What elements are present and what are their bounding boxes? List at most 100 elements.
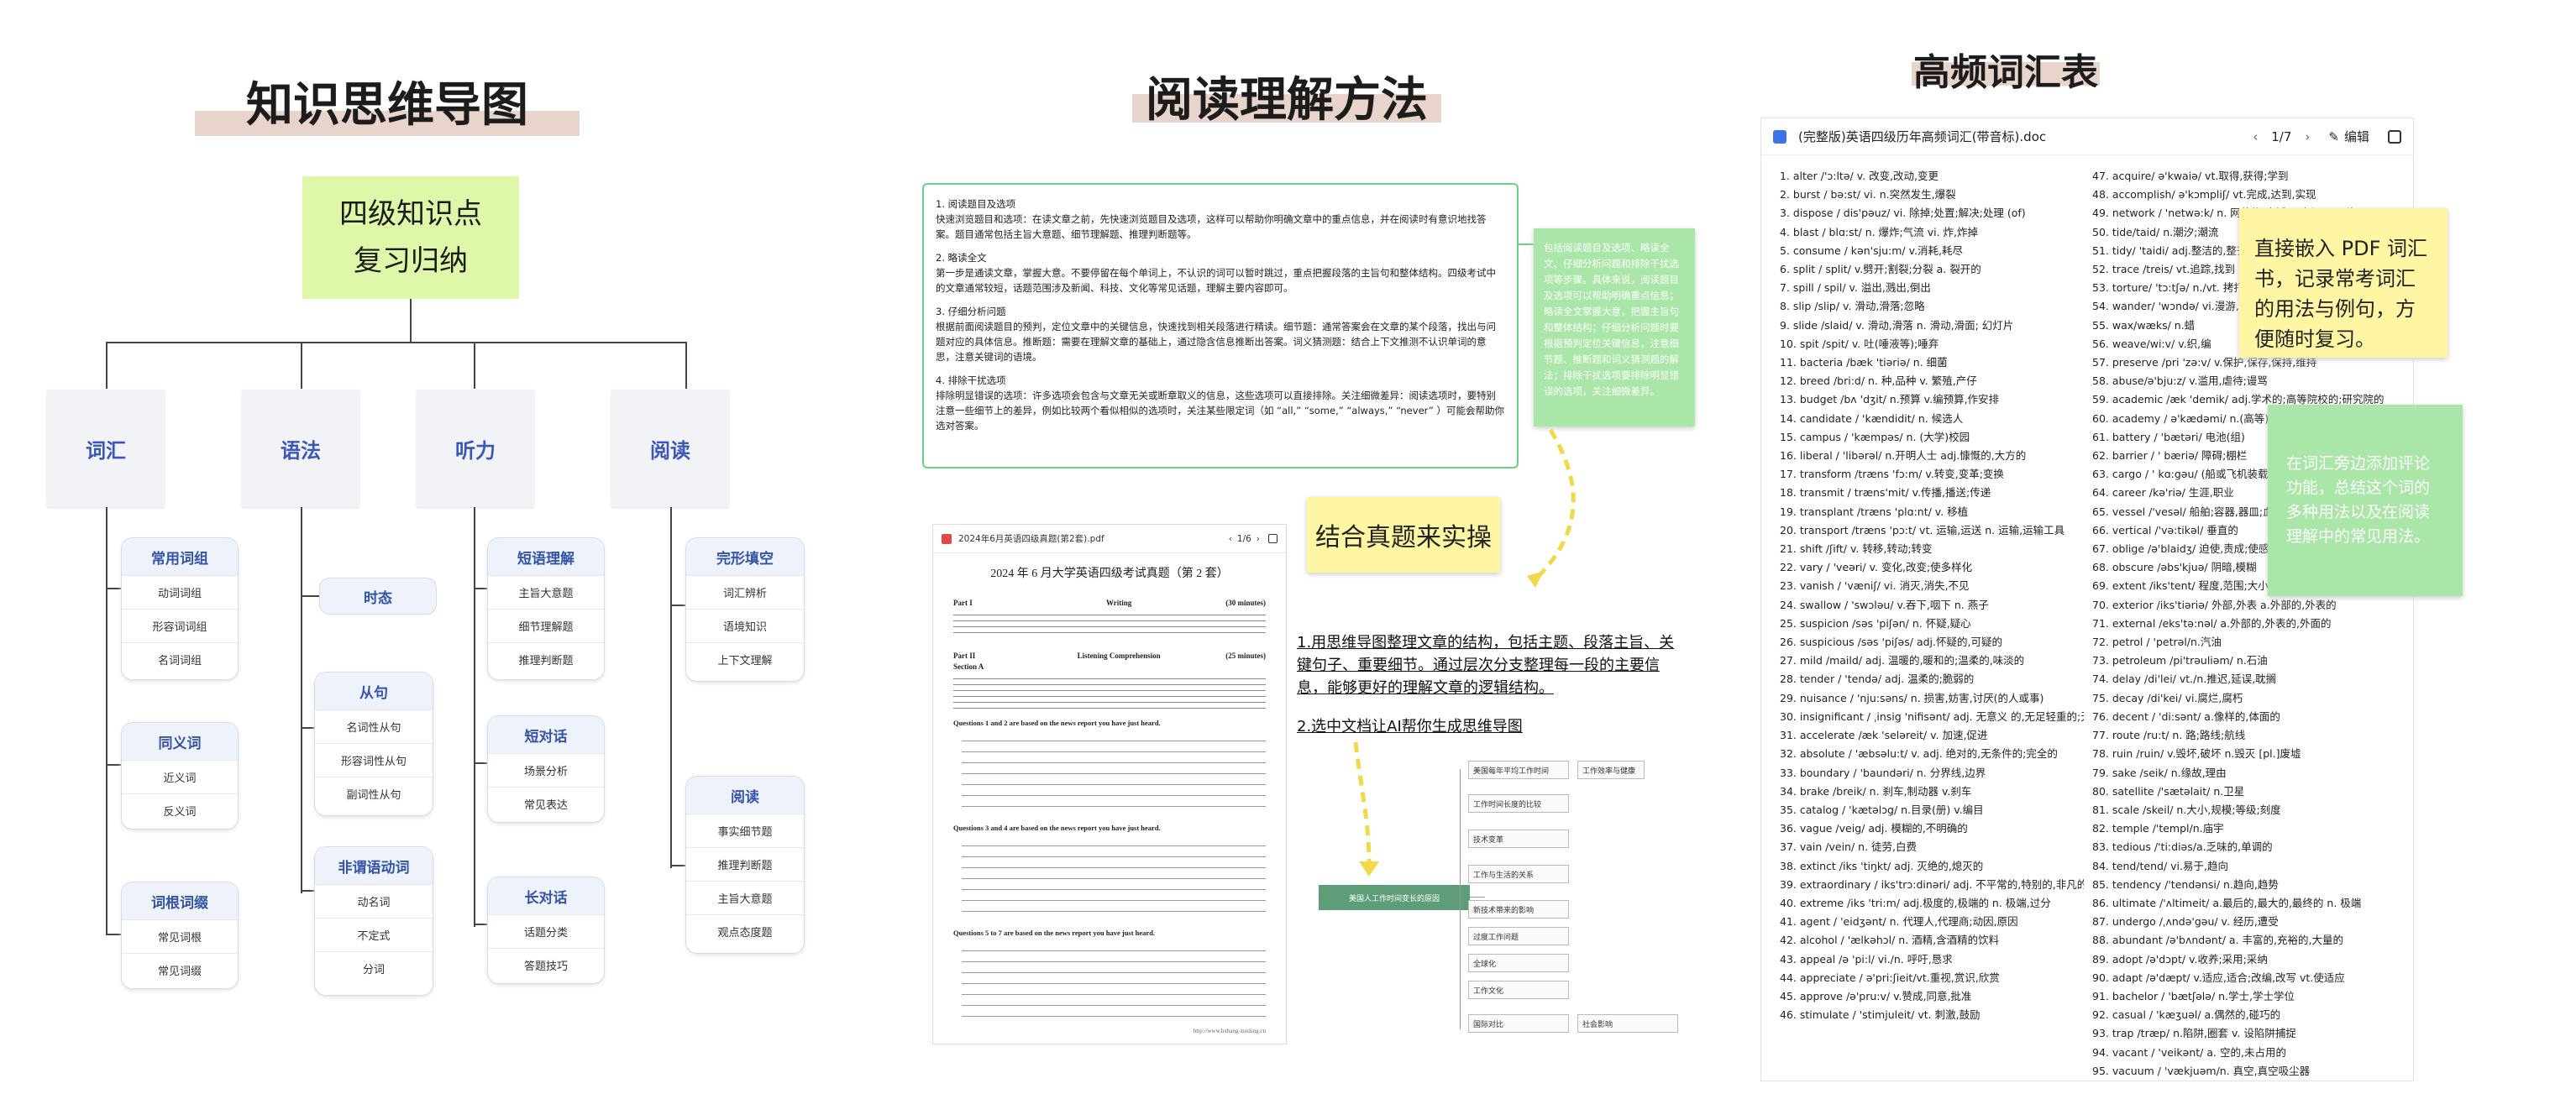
group-reading[interactable]: 阅读 事实细节题 推理判断题 主旨大意题 观点态度题 <box>685 776 805 954</box>
vocab-entry[interactable]: 32. absolute / 'æbsəlu:t/ v. adj. 绝对的,无条… <box>1780 745 2084 763</box>
vocab-entry[interactable]: 3. dispose / dis'pəuz/ vi. 除掉;处置;解决;处理 (… <box>1780 204 2084 222</box>
vocab-entry[interactable]: 5. consume / kən'sju:m/ v.消耗,耗尽 <box>1780 242 2084 260</box>
vocab-entry[interactable]: 46. stimulate / 'stimjuleit/ vt. 刺激,鼓励 <box>1780 1006 2084 1024</box>
ai-node[interactable]: 工作时间长度的比较 <box>1468 794 1569 813</box>
vocab-entry[interactable]: 18. transmit / træns'mit/ v.传播,播送;传递 <box>1780 484 2084 502</box>
embedded-pdf-viewer[interactable]: 2024年6月英语四级真题(第2套).pdf ‹ 1/6 › 2024 年 6 … <box>932 524 1287 1044</box>
group-item[interactable]: 推理判断题 <box>686 847 804 881</box>
vocab-entry[interactable]: 74. delay /di'lei/ vt./n.推迟,延误,耽搁 <box>2092 670 2395 688</box>
group-roots-affixes[interactable]: 词根词缀 常见词根 常见词缀 <box>121 882 239 989</box>
pdf-next-icon[interactable]: › <box>1257 534 1260 544</box>
ai-node[interactable]: 工作效率与健康 <box>1577 761 1645 779</box>
group-item[interactable]: 近义词 <box>122 760 238 793</box>
vocab-entry[interactable]: 15. campus / 'kæmpəs/ n. (大学)校园 <box>1780 428 2084 447</box>
vocab-entry[interactable]: 81. scale /skeil/ n.大小,规模;等级;刻度 <box>2092 801 2395 819</box>
group-item[interactable]: 推理判断题 <box>488 642 604 676</box>
edit-button[interactable]: 编辑 <box>2344 128 2369 145</box>
group-item[interactable]: 名词词组 <box>122 642 238 676</box>
embed-pdf-note[interactable]: 直接嵌入 PDF 词汇书，记录常考词汇的用法与例句，方便随时复习。 <box>2239 208 2447 358</box>
pdf-prev-icon[interactable]: ‹ <box>1229 534 1232 544</box>
vocab-entry[interactable]: 34. brake /breik/ n. 刹车,制动器 v.刹车 <box>1780 783 2084 801</box>
vocab-entry[interactable]: 8. slip /slip/ v. 滑动,滑落;忽略 <box>1780 297 2084 316</box>
pencil-icon[interactable]: ✎ <box>2328 129 2339 144</box>
ai-node[interactable]: 过度工作问题 <box>1468 927 1569 945</box>
category-listening[interactable]: 听力 <box>417 390 534 507</box>
vocab-entry[interactable]: 58. abuse/ə'bju:z/ v.滥用,虐待;谩骂 <box>2092 372 2395 390</box>
group-item[interactable]: 副词性从句 <box>315 777 433 810</box>
vocab-entry[interactable]: 90. adapt /ə'dæpt/ v.适应,适合;改编,改写 vt.使适应 <box>2092 969 2395 987</box>
group-short-dialogue[interactable]: 短对话 场景分析 常见表达 <box>487 715 605 823</box>
vocab-entry[interactable]: 77. route /ru:t/ n. 路;路线;航线 <box>2092 726 2395 745</box>
vocab-entry[interactable]: 24. swallow / 'swɔləu/ v.吞下,咽下 n. 燕子 <box>1780 596 2084 615</box>
group-item[interactable]: 反义词 <box>122 793 238 827</box>
vocab-entry[interactable]: 29. nuisance / 'nju:səns/ n. 损害,妨害,讨厌(的人… <box>1780 689 2084 708</box>
pdf-expand-icon[interactable] <box>1268 534 1278 543</box>
vocab-entry[interactable]: 6. split / split/ v.劈开;割裂;分裂 a. 裂开的 <box>1780 260 2084 279</box>
vocab-entry[interactable]: 20. transport /træns 'pɔ:t/ vt. 运输,运送 n.… <box>1780 521 2084 540</box>
vocab-entry[interactable]: 44. appreciate / ə'pri:ʃieit/vt.重视,赏识,欣赏 <box>1780 969 2084 987</box>
group-item[interactable]: 动名词 <box>315 884 433 918</box>
vocab-entry[interactable]: 78. ruin /ruin/ v.毁坏,破坏 n.毁灭 [pl.]废墟 <box>2092 745 2395 763</box>
ai-node[interactable]: 技术变革 <box>1468 830 1569 848</box>
vocab-entry[interactable]: 82. temple /'templ/n.庙宇 <box>2092 819 2395 838</box>
group-cloze[interactable]: 完形填空 词汇辨析 语境知识 上下文理解 <box>685 537 805 682</box>
group-item[interactable]: 观点态度题 <box>686 914 804 948</box>
group-item[interactable]: 形容词性从句 <box>315 743 433 777</box>
vocab-entry[interactable]: 88. abundant /ə'bʌndənt/ a. 丰富的,充裕的,大量的 <box>2092 931 2395 950</box>
ai-node[interactable]: 全球化 <box>1468 954 1569 972</box>
vocab-entry[interactable]: 79. sake /seik/ n.缘故,理由 <box>2092 764 2395 783</box>
vocab-entry[interactable]: 16. liberal / 'libərəl/ n.开明人士 adj.慷慨的,大… <box>1780 447 2084 465</box>
vocab-entry[interactable]: 1. alter /'ɔ:ltə/ v. 改变,改动,变更 <box>1780 167 2084 186</box>
vocab-entry[interactable]: 45. approve /ə'pru:v/ v.赞成,同意,批准 <box>1780 987 2084 1006</box>
vocab-entry[interactable]: 19. transplant /træns 'plɑ:nt/ v. 移植 <box>1780 503 2084 521</box>
group-item[interactable]: 不定式 <box>315 918 433 951</box>
vocab-entry[interactable]: 72. petrol / 'petrəl/n.汽油 <box>2092 633 2395 652</box>
vocab-entry[interactable]: 48. accomplish/ ə'kɔmpliʃ/ vt.完成,达到,实现 <box>2092 186 2395 204</box>
next-page-icon[interactable]: › <box>2305 129 2310 144</box>
vocab-entry[interactable]: 38. extinct /iks 'tiŋkt/ adj. 灭绝的,熄灭的 <box>1780 857 2084 876</box>
vocab-entry[interactable]: 39. extraordinary / iks'trɔ:dinəri/ adj.… <box>1780 876 2084 894</box>
ai-node[interactable]: 美国每年平均工作时间 <box>1468 761 1569 779</box>
group-item[interactable]: 分词 <box>315 951 433 985</box>
vocab-entry[interactable]: 73. petroleum /pi'trəuliəm/ n.石油 <box>2092 652 2395 670</box>
ai-node[interactable]: 社会影响 <box>1577 1014 1678 1033</box>
ai-node[interactable]: 新技术带来的影响 <box>1468 900 1569 919</box>
group-non-finite-verbs[interactable]: 非谓语动词 动名词 不定式 分词 <box>314 846 433 996</box>
category-vocab[interactable]: 词汇 <box>47 390 165 507</box>
vocab-entry[interactable]: 42. alcohol / 'ælkəhɔl/ n. 酒精,含酒精的饮料 <box>1780 931 2084 950</box>
vocab-entry[interactable]: 25. suspicion /səs 'piʃən/ n. 怀疑,疑心 <box>1780 615 2084 633</box>
vocab-entry[interactable]: 9. slide /slaid/ v. 滑动,滑落 n. 滑动,滑面; 幻灯片 <box>1780 317 2084 335</box>
vocab-entry[interactable]: 91. bachelor / 'bætʃələ/ n.学士,学士学位 <box>2092 987 2395 1006</box>
group-item[interactable]: 语境知识 <box>686 609 804 642</box>
ai-mindmap-root[interactable]: 美国人工作时间变长的原因 <box>1319 885 1470 910</box>
vocab-entry[interactable]: 28. tender / 'tendə/ adj. 温柔的;脆弱的 <box>1780 670 2084 688</box>
vocab-entry[interactable]: 87. undergo /ˌʌndə'gəu/ v. 经历,遭受 <box>2092 913 2395 931</box>
vocab-entry[interactable]: 10. spit /spit/ v. 吐(唾液等);唾弃 <box>1780 335 2084 353</box>
vocab-entry[interactable]: 85. tendency /'tendənsi/ n.趋向,趋势 <box>2092 876 2395 894</box>
vocab-entry[interactable]: 86. ultimate /'ʌltimeit/ a.最后的,最大的,最终的 n… <box>2092 894 2395 913</box>
vocab-entry[interactable]: 95. vacuum / 'vækjuəm/n. 真空,真空吸尘器 <box>2092 1062 2395 1081</box>
group-item[interactable]: 常见表达 <box>488 787 604 820</box>
vocab-entry[interactable]: 14. candidate / 'kændidit/ n. 候选人 <box>1780 410 2084 428</box>
vocab-entry[interactable]: 22. vary / 'veəri/ v. 变化,改变;使多样化 <box>1780 558 2084 577</box>
mindmap-root-node[interactable]: 四级知识点 复习归纳 <box>302 176 519 299</box>
reading-summary-note[interactable]: 包括阅读题目及选项、略读全文、仔细分析问题和排除干扰选项等步骤。具体来说，阅读题… <box>1534 228 1695 427</box>
vocab-entry[interactable]: 21. shift /ʃift/ v. 转移,转动;转变 <box>1780 540 2084 558</box>
group-phrase-understanding[interactable]: 短语理解 主旨大意题 细节理解题 推理判断题 <box>487 537 605 680</box>
group-item[interactable]: 常见词根 <box>122 919 238 953</box>
vocab-entry[interactable]: 35. catalog / 'kætəlɔg/ n.目录(册) v.编目 <box>1780 801 2084 819</box>
ai-node[interactable]: 国际对比 <box>1468 1014 1569 1033</box>
group-item[interactable]: 形容词词组 <box>122 609 238 642</box>
vocab-entry[interactable]: 17. transform /træns 'fɔ:m/ v.转变,变革;变换 <box>1780 465 2084 484</box>
vocab-entry[interactable]: 80. satellite /'sætəlait/ n.卫星 <box>2092 783 2395 801</box>
group-item[interactable]: 话题分类 <box>488 914 604 948</box>
group-item[interactable]: 场景分析 <box>488 753 604 787</box>
group-item[interactable]: 词汇辨析 <box>686 575 804 609</box>
group-item[interactable]: 名词性从句 <box>315 709 433 743</box>
vocab-entry[interactable]: 26. suspicious /səs 'piʃəs/ adj.怀疑的,可疑的 <box>1780 633 2084 652</box>
vocab-entry[interactable]: 36. vague /veig/ adj. 模糊的,不明确的 <box>1780 819 2084 838</box>
vocab-entry[interactable]: 41. agent / 'eidʒənt/ n. 代理人,代理商;动因,原因 <box>1780 913 2084 931</box>
vocab-entry[interactable]: 43. appeal /ə 'pi:l/ vi./n. 呼吁,恳求 <box>1780 950 2084 969</box>
vocab-entry[interactable]: 2. burst / bə:st/ vi. n.突然发生,爆裂 <box>1780 186 2084 204</box>
comment-feature-note[interactable]: 在词汇旁边添加评论功能，总结这个词的多种用法以及在阅读理解中的常见用法。 <box>2268 405 2463 596</box>
